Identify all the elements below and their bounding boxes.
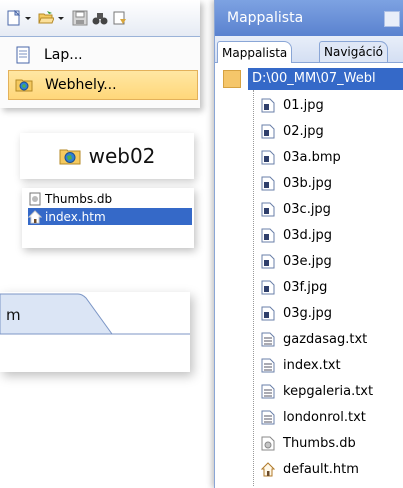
tree-file-item[interactable]: 03a.bmp	[261, 146, 403, 168]
save-icon[interactable]	[72, 10, 88, 26]
tree-file-label: 01.jpg	[283, 97, 324, 113]
tree-connector-line	[253, 90, 254, 486]
image-file-icon	[261, 202, 275, 217]
page-icon	[14, 46, 32, 64]
list-item-selected[interactable]: index.htm	[27, 208, 192, 225]
tree-file-item[interactable]: 03d.jpg	[261, 224, 403, 246]
menu-item-label: Webhely...	[45, 77, 117, 93]
tree-file-item[interactable]: londonrol.txt	[261, 406, 403, 428]
menu-item-page[interactable]: Lap...	[8, 40, 198, 70]
tree-file-item[interactable]: kepgaleria.txt	[261, 380, 403, 402]
tree-file-label: 03e.jpg	[283, 253, 332, 269]
tree-file-label: index.txt	[283, 357, 341, 373]
panel-title: Mappalista	[227, 10, 304, 26]
tree-file-label: 02.jpg	[283, 123, 324, 139]
folder-icon	[223, 70, 241, 88]
publish-icon[interactable]	[112, 10, 128, 26]
tab-folder-list[interactable]: Mappalista	[217, 41, 293, 63]
file-list-fragment: Thumbs.db index.htm	[22, 188, 194, 248]
panel-header: Mappalista	[215, 0, 403, 36]
text-file-icon	[261, 384, 275, 399]
tree-root[interactable]: D:\00_MM\07_Webl	[215, 66, 403, 90]
web02-folder[interactable]: web02	[20, 133, 194, 179]
tree-file-label: 03a.bmp	[283, 149, 341, 165]
list-item-label: Thumbs.db	[45, 191, 113, 206]
website-folder-icon	[59, 146, 81, 166]
tree-file-label: 03d.jpg	[283, 227, 333, 243]
chevron-down-icon[interactable]	[57, 10, 65, 26]
text-file-icon	[261, 332, 275, 347]
tree-file-label: 03b.jpg	[283, 175, 333, 191]
tab-navigation[interactable]: Navigáció	[319, 41, 389, 62]
tree-file-item[interactable]: index.txt	[261, 354, 403, 376]
tree-file-item[interactable]: 03b.jpg	[261, 172, 403, 194]
tree-file-label: 03g.jpg	[283, 305, 333, 321]
menu-item-website[interactable]: Webhely...	[8, 70, 198, 100]
db-file-icon	[261, 436, 275, 451]
tab-label: Mappalista	[222, 45, 288, 60]
tree-file-item[interactable]: default.htm	[260, 458, 403, 480]
tab-strip-fragment: m	[0, 292, 190, 372]
image-file-icon	[261, 306, 275, 321]
db-file-icon	[28, 192, 42, 206]
tab-label[interactable]: m	[6, 306, 21, 324]
new-page-icon[interactable]	[6, 9, 22, 26]
menu-item-label: Lap...	[44, 47, 83, 63]
tree-file-item[interactable]: 01.jpg	[261, 94, 403, 116]
tree-root-label: D:\00_MM\07_Webl	[248, 68, 403, 90]
list-item-label: index.htm	[45, 209, 106, 224]
home-page-icon	[27, 209, 43, 224]
tab-shape	[0, 292, 190, 372]
panel-tabs: Mappalista Navigáció	[215, 36, 403, 63]
tree-file-label: londonrol.txt	[283, 409, 366, 425]
image-file-icon	[261, 254, 275, 269]
tree-file-item[interactable]: 03e.jpg	[261, 250, 403, 272]
image-file-icon	[261, 98, 275, 113]
tree-file-item[interactable]: 02.jpg	[261, 120, 403, 142]
image-file-icon	[261, 228, 275, 243]
toolbar	[0, 0, 200, 37]
chevron-down-icon[interactable]	[24, 10, 32, 26]
list-item[interactable]: Thumbs.db	[28, 190, 192, 207]
new-menu-fragment: Lap... Webhely...	[0, 0, 200, 108]
panel-pin-icon[interactable]	[384, 11, 400, 27]
home-page-icon	[260, 461, 276, 477]
text-file-icon	[261, 358, 275, 373]
tree-file-item[interactable]: Thumbs.db	[261, 432, 403, 454]
image-file-icon	[261, 280, 275, 295]
tree-file-label: default.htm	[283, 461, 359, 477]
web02-label: web02	[88, 144, 156, 168]
tree-file-item[interactable]: gazdasag.txt	[261, 328, 403, 350]
tab-label: Navigáció	[324, 45, 384, 59]
image-file-icon	[261, 124, 275, 139]
tree-file-item[interactable]: 03c.jpg	[261, 198, 403, 220]
find-icon[interactable]	[92, 10, 108, 26]
image-file-icon	[261, 150, 275, 165]
image-file-icon	[261, 176, 275, 191]
open-folder-icon[interactable]	[38, 10, 55, 26]
text-file-icon	[261, 410, 275, 425]
tree-file-label: Thumbs.db	[283, 435, 356, 451]
tree-file-item[interactable]: 03g.jpg	[261, 302, 403, 324]
website-folder-icon	[15, 76, 33, 94]
tree-file-label: 03f.jpg	[283, 279, 328, 295]
tree-file-item[interactable]: 03f.jpg	[261, 276, 403, 298]
folder-list-panel: Mappalista Mappalista Navigáció D:\00_MM…	[214, 0, 403, 488]
tree-file-label: gazdasag.txt	[283, 331, 368, 347]
tree-file-label: kepgaleria.txt	[283, 383, 374, 399]
tree-file-label: 03c.jpg	[283, 201, 331, 217]
